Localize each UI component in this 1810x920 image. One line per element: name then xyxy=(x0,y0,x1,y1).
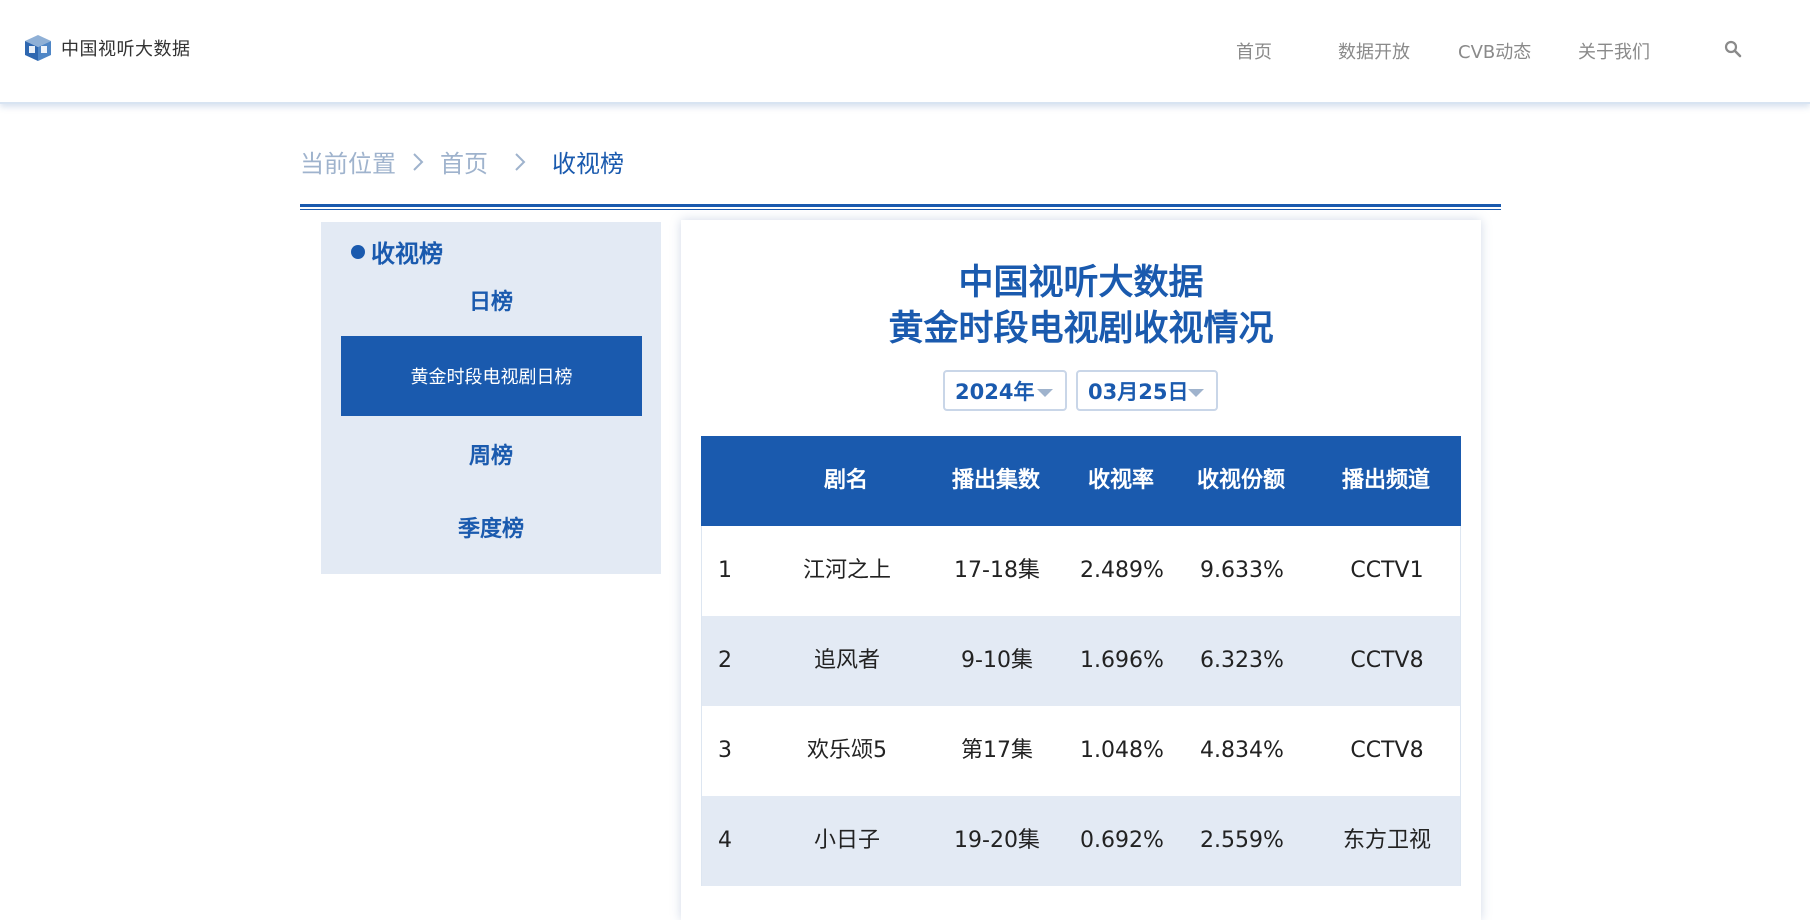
cell-title: 江河之上 xyxy=(802,558,891,583)
chevron-down-icon xyxy=(1037,389,1053,397)
chevron-down-icon xyxy=(1188,389,1204,397)
cell-rating: 2.489% xyxy=(1080,558,1164,583)
table-row: 4 小日子 19-20集 0.692% 2.559% 东方卫视 xyxy=(701,796,1461,886)
search-icon[interactable] xyxy=(1724,40,1742,62)
cell-share: 4.834% xyxy=(1200,738,1284,763)
cell-rating: 1.696% xyxy=(1080,648,1164,673)
cell-channel: 东方卫视 xyxy=(1342,828,1431,853)
column-header-title: 剧名 xyxy=(823,468,868,493)
main-nav: 首页 数据开放 CVB动态 关于我们 xyxy=(0,38,1810,64)
date-select[interactable]: 03月25日 xyxy=(1076,370,1218,411)
column-header-episodes: 播出集数 xyxy=(951,468,1040,493)
date-select-value: 03月25日 xyxy=(1088,379,1189,404)
year-select-value: 2024年 xyxy=(955,379,1035,404)
table-row: 1 江河之上 17-18集 2.489% 9.633% CCTV1 xyxy=(701,526,1461,616)
cell-rank: 1 xyxy=(718,558,732,583)
breadcrumb-current: 收视榜 xyxy=(552,150,624,178)
bullet-dot-icon xyxy=(351,244,365,259)
breadcrumb-prefix: 当前位置 xyxy=(300,150,396,178)
sidebar-item-daily[interactable]: 日榜 xyxy=(321,284,661,316)
cell-rating: 0.692% xyxy=(1080,828,1164,853)
cell-rank: 4 xyxy=(718,828,732,853)
cell-share: 9.633% xyxy=(1200,558,1284,583)
cell-episodes: 19-20集 xyxy=(954,828,1040,853)
sidebar: 收视榜 日榜 黄金时段电视剧日榜 周榜 季度榜 xyxy=(321,222,661,574)
cell-title: 小日子 xyxy=(813,828,880,853)
chevron-right-icon xyxy=(412,150,424,178)
cell-episodes: 17-18集 xyxy=(954,558,1040,583)
cell-rank: 3 xyxy=(718,738,732,763)
sidebar-item-quarterly[interactable]: 季度榜 xyxy=(321,511,661,543)
sidebar-item-weekly[interactable]: 周榜 xyxy=(321,438,661,470)
column-header-rank xyxy=(701,436,771,526)
panel-title-line2: 黄金时段电视剧收视情况 xyxy=(888,309,1274,349)
cell-share: 2.559% xyxy=(1200,828,1284,853)
site-header: 中国视听大数据 首页 数据开放 CVB动态 关于我们 xyxy=(0,0,1810,104)
ratings-table: 剧名 播出集数 收视率 收视份额 播出频道 1 江河之上 17-18集 2.48… xyxy=(701,436,1461,886)
cell-share: 6.323% xyxy=(1200,648,1284,673)
cell-episodes: 第17集 xyxy=(961,738,1033,763)
nav-item-open-data[interactable]: 数据开放 xyxy=(1338,38,1410,64)
table-row: 3 欢乐颂5 第17集 1.048% 4.834% CCTV8 xyxy=(701,706,1461,796)
column-header-rating: 收视率 xyxy=(1087,468,1154,493)
breadcrumb-divider-thin xyxy=(300,209,1501,210)
breadcrumb-divider xyxy=(300,204,1501,207)
breadcrumb-home[interactable]: 首页 xyxy=(440,144,488,179)
cell-rank: 2 xyxy=(718,648,732,673)
cell-channel: CCTV1 xyxy=(1350,558,1424,583)
nav-item-cvb-news[interactable]: CVB动态 xyxy=(1458,38,1531,64)
table-header: 剧名 播出集数 收视率 收视份额 播出频道 xyxy=(701,436,1461,526)
cell-channel: CCTV8 xyxy=(1350,738,1424,763)
column-header-channel: 播出频道 xyxy=(1341,468,1430,493)
panel-title-line1: 中国视听大数据 xyxy=(958,263,1204,303)
nav-item-about-us[interactable]: 关于我们 xyxy=(1578,38,1650,64)
cell-channel: CCTV8 xyxy=(1350,648,1424,673)
year-select[interactable]: 2024年 xyxy=(943,370,1067,411)
nav-item-home[interactable]: 首页 xyxy=(1236,38,1272,64)
cell-rating: 1.048% xyxy=(1080,738,1164,763)
cell-episodes: 9-10集 xyxy=(961,648,1033,673)
chevron-right-icon xyxy=(514,150,526,178)
sidebar-item-primetime-daily[interactable]: 黄金时段电视剧日榜 xyxy=(341,336,642,416)
ratings-panel: 中国视听大数据 黄金时段电视剧收视情况 2024年 03月25日 剧名 播出集数… xyxy=(681,220,1481,920)
table-row: 2 追风者 9-10集 1.696% 6.323% CCTV8 xyxy=(701,616,1461,706)
sidebar-title: 收视榜 xyxy=(351,234,443,269)
cell-title: 追风者 xyxy=(813,648,880,673)
sidebar-item-label: 黄金时段电视剧日榜 xyxy=(410,367,573,388)
cell-title: 欢乐颂5 xyxy=(807,738,887,763)
column-header-share: 收视份额 xyxy=(1196,468,1285,493)
sidebar-title-label: 收视榜 xyxy=(371,240,443,268)
